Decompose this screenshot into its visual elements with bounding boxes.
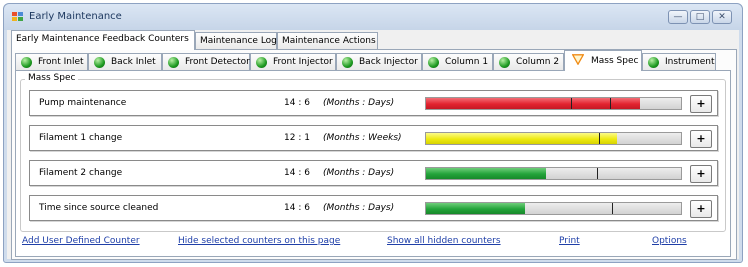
feedback-counters-panel: Front Inlet Back Inlet Front Detector Fr… <box>11 49 737 260</box>
tab-label: Front Injector <box>273 57 333 67</box>
counter-progress-bar <box>425 167 682 180</box>
progress-fill <box>426 133 618 144</box>
tab-back-inlet[interactable]: Back Inlet <box>88 53 162 70</box>
counter-row-pump-maintenance[interactable]: Pump maintenance 14 : 6 (Months : Days) … <box>29 90 718 116</box>
counter-row-source-cleaned[interactable]: Time since source cleaned 14 : 6 (Months… <box>29 195 718 221</box>
tab-label: Back Inlet <box>111 57 156 67</box>
green-status-icon <box>648 57 659 68</box>
counter-units: (Months : Weeks) <box>323 133 402 143</box>
tab-feedback-counters[interactable]: Early Maintenance Feedback Counters <box>11 30 195 50</box>
counter-name: Filament 2 change <box>39 168 123 178</box>
green-status-icon <box>499 57 510 68</box>
counter-progress-bar <box>425 97 682 110</box>
tab-back-injector[interactable]: Back Injector <box>336 53 422 70</box>
tab-maintenance-log[interactable]: Maintenance Log <box>195 32 277 49</box>
progress-fill <box>426 203 526 214</box>
counter-value: 14 : 6 <box>284 203 310 213</box>
threshold-marker <box>609 98 611 109</box>
tab-mass-spec[interactable]: Mass Spec <box>564 50 642 71</box>
counter-name: Pump maintenance <box>39 98 127 108</box>
tab-label: Back Injector <box>359 57 418 67</box>
app-icon <box>12 12 23 22</box>
expand-button[interactable]: + <box>690 130 712 148</box>
counter-value: 12 : 1 <box>284 133 310 143</box>
mass-spec-group: Mass Spec Pump maintenance 14 : 6 (Month… <box>20 73 726 232</box>
tab-column-1[interactable]: Column 1 <box>422 53 493 70</box>
progress-fill <box>426 168 546 179</box>
show-hidden-link[interactable]: Show all hidden counters <box>387 236 501 246</box>
green-status-icon <box>428 57 439 68</box>
tab-label: Front Detector <box>185 57 250 67</box>
warning-triangle-icon <box>572 54 584 65</box>
tab-instrument[interactable]: Instrument <box>642 53 716 70</box>
threshold-marker <box>599 133 601 144</box>
progress-fill <box>426 98 641 109</box>
title-bar[interactable]: Early Maintenance — □ ✕ <box>4 4 742 30</box>
print-link[interactable]: Print <box>559 236 580 246</box>
client-area: Early Maintenance Feedback Counters Main… <box>7 30 739 260</box>
counter-name: Time since source cleaned <box>39 203 159 213</box>
window-title: Early Maintenance <box>29 11 122 22</box>
counter-row-filament-2[interactable]: Filament 2 change 14 : 6 (Months : Days)… <box>29 160 718 186</box>
tab-front-inlet[interactable]: Front Inlet <box>15 53 88 70</box>
app-window: Early Maintenance — □ ✕ Early Maintenanc… <box>3 3 743 263</box>
tab-front-injector[interactable]: Front Injector <box>250 53 336 70</box>
counter-name: Filament 1 change <box>39 133 123 143</box>
green-status-icon <box>94 57 105 68</box>
tab-front-detector[interactable]: Front Detector <box>162 53 250 70</box>
tab-label: Column 2 <box>516 57 560 67</box>
counter-value: 14 : 6 <box>284 98 310 108</box>
green-status-icon <box>256 57 267 68</box>
green-status-icon <box>21 57 32 68</box>
tab-label: Column 1 <box>445 57 489 67</box>
threshold-marker <box>596 168 598 179</box>
expand-button[interactable]: + <box>690 165 712 183</box>
tab-column-2[interactable]: Column 2 <box>493 53 564 70</box>
hide-selected-link[interactable]: Hide selected counters on this page <box>178 236 340 246</box>
expand-button[interactable]: + <box>690 200 712 218</box>
tab-label: Instrument <box>665 57 715 67</box>
threshold-marker <box>612 203 614 214</box>
counter-row-filament-1[interactable]: Filament 1 change 12 : 1 (Months : Weeks… <box>29 125 718 151</box>
counter-progress-bar <box>425 132 682 145</box>
close-button[interactable]: ✕ <box>712 10 732 24</box>
counter-progress-bar <box>425 202 682 215</box>
threshold-marker <box>571 98 573 109</box>
tab-label: Mass Spec <box>591 56 639 66</box>
counter-units: (Months : Days) <box>323 98 395 108</box>
green-status-icon <box>168 57 179 68</box>
minimize-button[interactable]: — <box>668 10 688 24</box>
maximize-button[interactable]: □ <box>690 10 710 24</box>
counter-value: 14 : 6 <box>284 168 310 178</box>
counter-units: (Months : Days) <box>323 203 395 213</box>
add-user-counter-link[interactable]: Add User Defined Counter <box>22 236 140 246</box>
tab-label: Front Inlet <box>38 57 84 67</box>
counter-units: (Months : Days) <box>323 168 395 178</box>
options-link[interactable]: Options <box>652 236 687 246</box>
group-title: Mass Spec <box>25 73 79 83</box>
tab-maintenance-actions[interactable]: Maintenance Actions <box>277 32 378 49</box>
green-status-icon <box>342 57 353 68</box>
mass-spec-panel: Mass Spec Pump maintenance 14 : 6 (Month… <box>15 70 731 257</box>
expand-button[interactable]: + <box>690 95 712 113</box>
